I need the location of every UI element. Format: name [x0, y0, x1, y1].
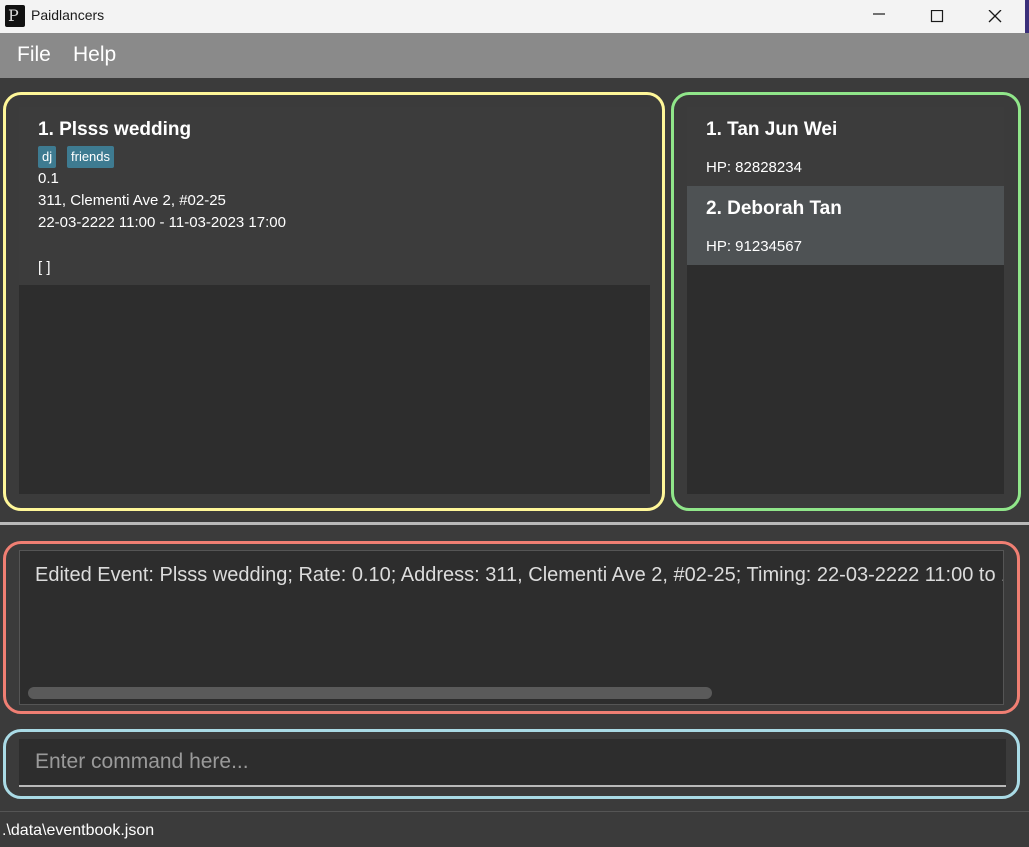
menu-bar: File Help [0, 33, 1029, 78]
horizontal-scrollbar[interactable] [28, 687, 712, 699]
command-input[interactable] [19, 739, 1006, 787]
person-card-selected[interactable]: 2. Deborah Tan HP: 91234567 [687, 186, 1004, 265]
close-button[interactable] [966, 0, 1024, 33]
save-file-path: .\data\eventbook.json [2, 822, 155, 839]
person-phone: HP: 82828234 [706, 159, 802, 176]
title-bar: P Paidlancers [0, 0, 1029, 33]
event-card[interactable]: 1. Plsss wedding dj friends 0.1 311, Cle… [19, 107, 650, 285]
event-address: 311, Clementi Ave 2, #02-25 [38, 192, 226, 209]
maximize-button[interactable] [908, 0, 966, 33]
event-rate: 0.1 [38, 170, 59, 187]
close-icon [988, 10, 1002, 23]
window-title: Paidlancers [31, 7, 105, 23]
menu-help[interactable]: Help [73, 43, 116, 67]
paidlancers-app-icon: P [5, 5, 25, 27]
person-list-panel[interactable]: 1. Tan Jun Wei HP: 82828234 2. Deborah T… [687, 107, 1004, 494]
result-message: Edited Event: Plsss wedding; Rate: 0.10;… [35, 564, 1004, 586]
app-icon-glyph: P [8, 6, 19, 25]
minimize-icon [873, 13, 885, 15]
person-phone: HP: 91234567 [706, 238, 802, 255]
person-name: 2. Deborah Tan [706, 198, 842, 219]
person-card[interactable]: 1. Tan Jun Wei HP: 82828234 [687, 107, 1004, 186]
result-display[interactable]: Edited Event: Plsss wedding; Rate: 0.10;… [19, 550, 1004, 705]
event-tag-dj: dj [38, 146, 57, 168]
status-bar: .\data\eventbook.json [0, 811, 1029, 847]
menu-file[interactable]: File [17, 43, 51, 67]
event-title: 1. Plsss wedding [38, 119, 192, 140]
minimize-button[interactable] [850, 0, 908, 33]
window-edge-accent [1025, 0, 1029, 33]
maximize-icon [930, 10, 944, 23]
event-timing: 22-03-2222 11:00 - 11-03-2023 17:00 [38, 214, 286, 231]
event-list-panel[interactable]: 1. Plsss wedding dj friends 0.1 311, Cle… [19, 107, 650, 494]
person-name: 1. Tan Jun Wei [706, 119, 838, 140]
event-persons: [ ] [38, 259, 51, 276]
event-tag-friends: friends [67, 146, 115, 168]
